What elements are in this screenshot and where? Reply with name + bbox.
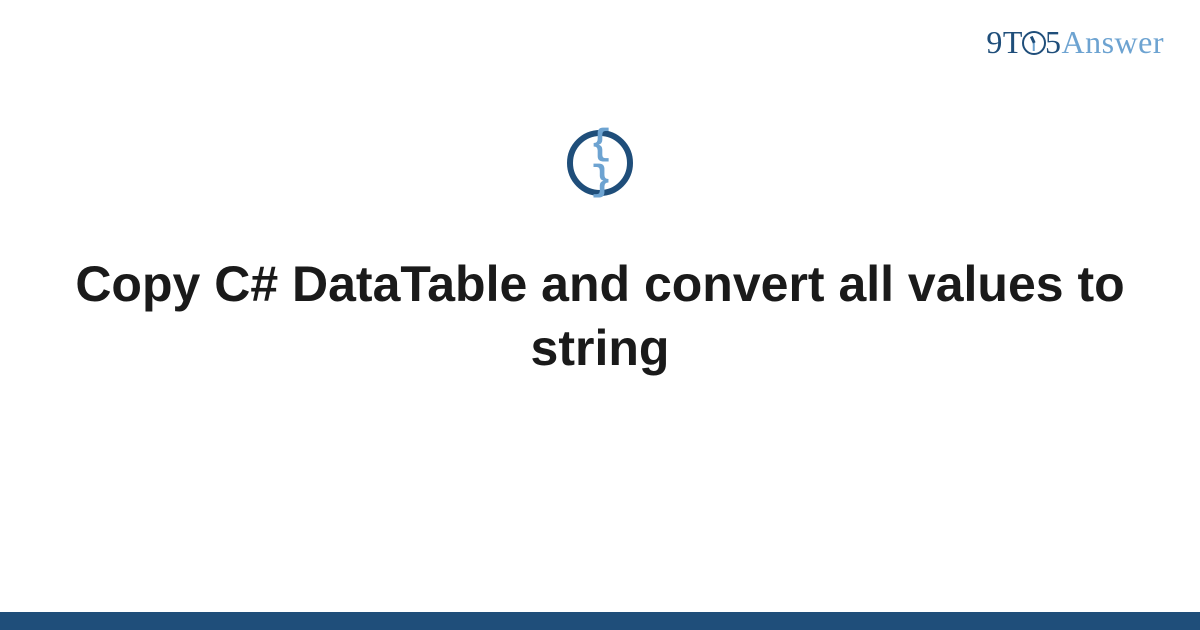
braces-glyph: { } xyxy=(573,127,627,199)
brand-part2: 5 xyxy=(1045,24,1062,60)
brand-part1: 9T xyxy=(986,24,1023,60)
footer-bar xyxy=(0,612,1200,630)
clock-icon xyxy=(1022,31,1046,55)
brand-logo: 9T 5Answer xyxy=(986,24,1164,61)
code-braces-icon: { } xyxy=(567,130,633,196)
brand-part3: Answer xyxy=(1061,24,1164,60)
page-title: Copy C# DataTable and convert all values… xyxy=(0,252,1200,380)
main-content: { } Copy C# DataTable and convert all va… xyxy=(0,130,1200,380)
